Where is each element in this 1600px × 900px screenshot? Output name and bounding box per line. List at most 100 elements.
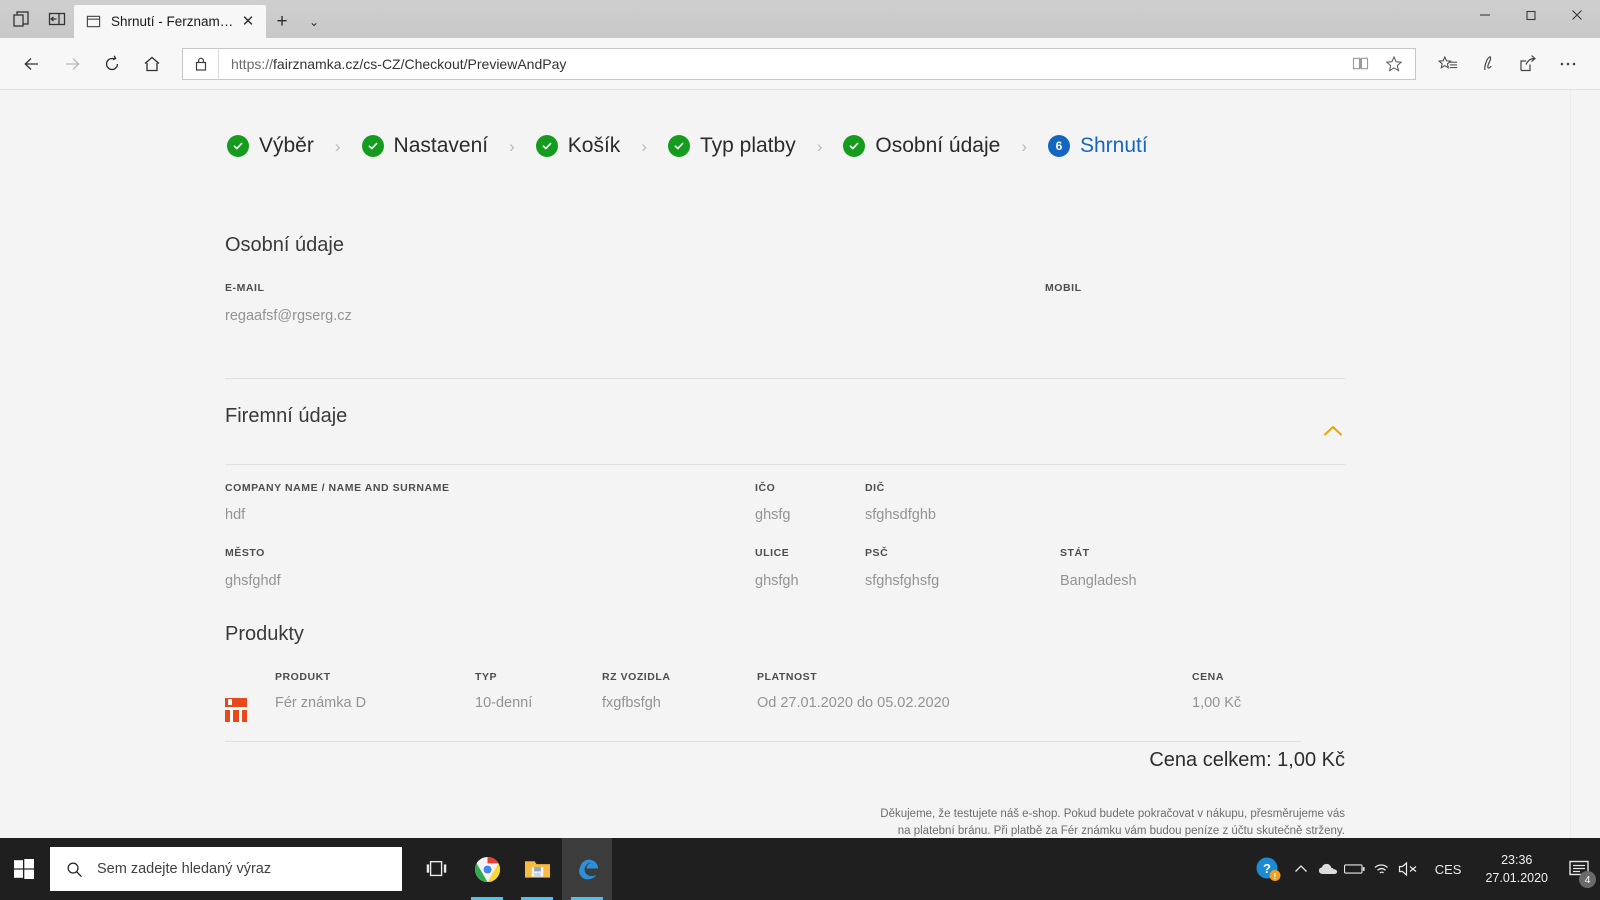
battery-icon[interactable] xyxy=(1342,838,1369,900)
cell-plate: fxgfbsfgh xyxy=(602,695,661,711)
minimize-button[interactable] xyxy=(1462,0,1508,30)
taskbar-apps xyxy=(412,838,612,900)
email-label: E-MAIL xyxy=(225,282,265,294)
step-label: Košík xyxy=(567,134,621,157)
clock-time: 23:36 xyxy=(1501,852,1533,867)
product-thumbnail-icon xyxy=(225,698,247,722)
email-value: regaafsf@rgserg.cz xyxy=(225,308,352,324)
dic-value: sfghsdfghb xyxy=(865,507,936,523)
zip-label: PSČ xyxy=(865,547,889,559)
clock[interactable]: 23:36 27.01.2020 xyxy=(1473,851,1560,887)
notification-badge: 4 xyxy=(1579,871,1596,888)
city-value: ghsfghdf xyxy=(225,573,281,589)
company-section-title: Firemní údaje xyxy=(225,405,348,427)
lock-icon xyxy=(183,48,219,79)
step-label: Typ platby xyxy=(699,134,796,157)
forward-icon[interactable] xyxy=(52,44,92,84)
favorite-star-icon[interactable] xyxy=(1377,49,1411,79)
taskbar-file-explorer-icon[interactable] xyxy=(512,838,562,900)
step-separator-icon: › xyxy=(641,136,647,156)
step-vyber[interactable]: Výběr xyxy=(227,134,314,158)
col-type: TYP xyxy=(475,671,498,683)
help-support-icon[interactable]: ? ! xyxy=(1248,838,1288,900)
company-name-label: COMPANY NAME / NAME AND SURNAME xyxy=(225,482,450,494)
step-typ-platby[interactable]: Typ platby xyxy=(667,134,796,158)
cell-price: 1,00 Kč xyxy=(1192,695,1242,711)
checkout-page: Výběr › Nastavení › Košík › Typ platby ›… xyxy=(0,90,1570,838)
maximize-button[interactable] xyxy=(1508,0,1554,30)
divider xyxy=(225,464,1345,465)
more-settings-icon[interactable] xyxy=(1548,44,1588,84)
col-validity: PLATNOST xyxy=(757,671,818,683)
search-placeholder: Sem zadejte hledaný výraz xyxy=(97,861,272,877)
wifi-icon[interactable] xyxy=(1369,838,1396,900)
windows-taskbar: Sem zadejte hledaný výraz ? ! CES 23:36 … xyxy=(0,838,1600,900)
close-window-button[interactable] xyxy=(1554,0,1600,30)
step-label: Osobní údaje xyxy=(875,134,1001,157)
web-notes-pen-icon[interactable] xyxy=(1468,44,1508,84)
search-icon xyxy=(66,861,83,878)
start-button[interactable] xyxy=(0,838,48,900)
browser-navbar: https://fairznamka.cz/cs-CZ/Checkout/Pre… xyxy=(0,38,1600,90)
show-hidden-icons-chevron-icon[interactable] xyxy=(1288,838,1315,900)
taskbar-edge-icon[interactable] xyxy=(562,838,612,900)
step-label: Nastavení xyxy=(393,134,489,157)
step-separator-icon: › xyxy=(509,136,515,156)
taskbar-search[interactable]: Sem zadejte hledaný výraz xyxy=(50,847,402,891)
address-bar[interactable]: https://fairznamka.cz/cs-CZ/Checkout/Pre… xyxy=(182,47,1416,80)
clock-date: 27.01.2020 xyxy=(1485,871,1548,885)
personal-fields: E-MAIL regaafsf@rgserg.cz MOBIL xyxy=(225,282,1345,378)
street-value: ghsfgh xyxy=(755,573,799,589)
step-kosik[interactable]: Košík xyxy=(535,134,621,158)
checkout-note: Děkujeme, že testujete náš e-shop. Pokud… xyxy=(225,806,1345,838)
step-osobni-udaje[interactable]: Osobní údaje xyxy=(843,134,1000,158)
section-products: Produkty PRODUKT TYP RZ VOZIDLA PLATNOST… xyxy=(225,623,1345,838)
col-price: CENA xyxy=(1192,671,1224,683)
order-total: Cena celkem: 1,00 Kč xyxy=(1149,749,1345,771)
dic-label: DIČ xyxy=(865,482,885,494)
refresh-icon[interactable] xyxy=(92,44,132,84)
action-center-button[interactable]: 4 xyxy=(1560,838,1600,900)
share-icon[interactable] xyxy=(1508,44,1548,84)
page-content: Výběr › Nastavení › Košík › Typ platby ›… xyxy=(225,90,1345,838)
close-tab-icon[interactable]: ✕ xyxy=(238,12,258,32)
page-icon xyxy=(86,14,102,30)
step-done-check-icon xyxy=(227,135,249,157)
language-indicator[interactable]: CES xyxy=(1423,862,1474,877)
col-plate: RZ VOZIDLA xyxy=(602,671,671,683)
favorites-hub-icon[interactable] xyxy=(1428,44,1468,84)
set-aside-tabs-icon[interactable] xyxy=(46,8,68,30)
cell-product: Fér známka D xyxy=(275,695,367,711)
back-icon[interactable] xyxy=(12,44,52,84)
reading-view-icon[interactable] xyxy=(1343,49,1377,79)
onedrive-cloud-icon[interactable] xyxy=(1315,838,1342,900)
home-icon[interactable] xyxy=(132,44,172,84)
tab-preview-icon[interactable] xyxy=(10,8,32,30)
svg-text:!: ! xyxy=(1273,872,1276,881)
street-label: ULICE xyxy=(755,547,790,559)
step-shrnuti[interactable]: 6 Shrnutí xyxy=(1047,134,1148,158)
note-line-2: na platební bránu. Při platbě za Fér zná… xyxy=(897,824,1345,837)
tab-title: Shrnutí - Ferznamka.cz xyxy=(111,14,238,29)
task-view-button[interactable] xyxy=(412,838,462,900)
volume-muted-icon[interactable] xyxy=(1396,838,1423,900)
country-value: Bangladesh xyxy=(1060,573,1137,589)
divider xyxy=(225,741,1301,742)
section-company-data: Firemní údaje COMPANY NAME / NAME AND SU… xyxy=(225,405,1345,614)
chevron-down-icon[interactable]: ⌄ xyxy=(298,5,330,38)
chevron-up-icon[interactable] xyxy=(1321,419,1345,443)
step-done-check-icon xyxy=(667,135,690,157)
taskbar-chrome-icon[interactable] xyxy=(462,838,512,900)
url-text[interactable]: https://fairznamka.cz/cs-CZ/Checkout/Pre… xyxy=(219,56,1343,72)
page-viewport: Výběr › Nastavení › Košík › Typ platby ›… xyxy=(0,90,1600,838)
new-tab-button[interactable]: + xyxy=(266,5,298,38)
navbar-right-icons xyxy=(1428,44,1588,84)
cell-validity: Od 27.01.2020 do 05.02.2020 xyxy=(757,695,950,711)
browser-tab[interactable]: Shrnutí - Ferznamka.cz ✕ xyxy=(74,5,266,38)
browser-titlebar: Shrnutí - Ferznamka.cz ✕ + ⌄ xyxy=(0,0,1600,38)
step-done-check-icon xyxy=(361,135,384,157)
step-nastaveni[interactable]: Nastavení xyxy=(361,134,489,158)
section-personal-data: Osobní údaje E-MAIL regaafsf@rgserg.cz M… xyxy=(225,234,1345,379)
system-tray: ? ! CES 23:36 27.01.2020 4 xyxy=(1248,838,1600,900)
vertical-scrollbar[interactable] xyxy=(1570,90,1600,838)
